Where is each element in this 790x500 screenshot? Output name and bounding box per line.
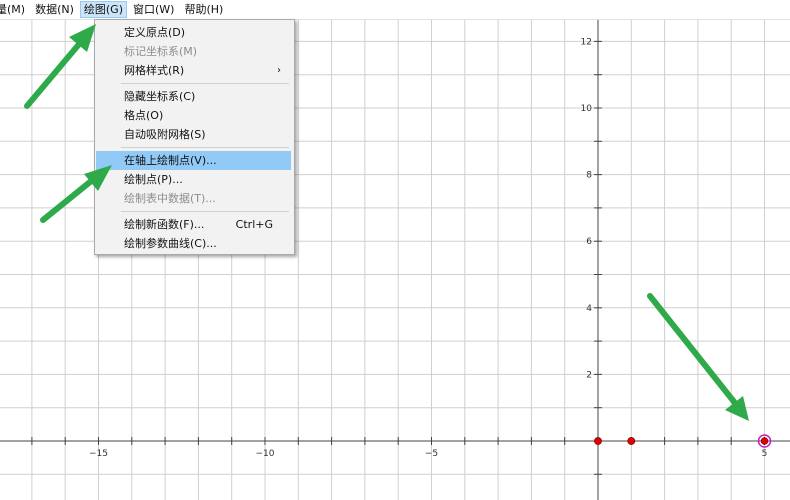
menu-item-plot-points-on-axis[interactable]: 在轴上绘制点(V)... [96, 151, 291, 170]
plotted-point[interactable] [627, 437, 636, 445]
menu-item-grid-style[interactable]: 网格样式(R) › [96, 61, 291, 80]
y-tick-label: 4 [586, 304, 592, 314]
menu-help[interactable]: 帮助(H) [180, 1, 227, 18]
menu-item-label: 在轴上绘制点(V)... [124, 154, 217, 167]
menu-graph[interactable]: 绘图(G) [79, 1, 127, 18]
menu-item-plot-new-function[interactable]: 绘制新函数(F)... Ctrl+G [96, 215, 291, 234]
y-tick-label: 10 [581, 104, 593, 114]
x-tick-label: −10 [256, 449, 275, 459]
menu-item-label: 绘制点(P)... [124, 173, 183, 186]
y-tick-label: 12 [581, 37, 592, 47]
menu-separator [121, 83, 289, 84]
x-tick-label: −5 [425, 449, 438, 459]
menu-item-label: 绘制新函数(F)... [124, 218, 205, 231]
plotted-point[interactable] [594, 437, 602, 445]
selected-plotted-point[interactable] [760, 437, 769, 445]
x-tick-label: 5 [762, 449, 768, 459]
menu-item-label: 隐藏坐标系(C) [124, 90, 196, 103]
y-tick-label: 6 [586, 237, 592, 247]
menu-item-hide-coordinate-system[interactable]: 隐藏坐标系(C) [96, 87, 291, 106]
menu-item-mark-coordinate-system[interactable]: 标记坐标系(M) [96, 42, 291, 61]
menu-item-plot-table-data[interactable]: 绘制表中数据(T)... [96, 189, 291, 208]
menu-data[interactable]: 数据(N) [31, 1, 78, 18]
menu-item-label: 绘制表中数据(T)... [124, 192, 216, 205]
menu-item-plot-parametric-curve[interactable]: 绘制参数曲线(C)... [96, 234, 291, 253]
y-tick-label: 8 [586, 171, 592, 181]
menu-item-plot-points[interactable]: 绘制点(P)... [96, 170, 291, 189]
menu-item-label: 绘制参数曲线(C)... [124, 237, 217, 250]
menu-item-shortcut: Ctrl+G [235, 218, 273, 231]
menu-item-grid-points[interactable]: 格点(O) [96, 106, 291, 125]
menu-separator [121, 211, 289, 212]
menu-window[interactable]: 窗口(W) [129, 1, 178, 18]
y-tick-label: 2 [586, 370, 592, 380]
menu-separator [121, 147, 289, 148]
menu-item-label: 自动吸附网格(S) [124, 128, 206, 141]
menu-measure[interactable]: 量(M) [0, 1, 29, 18]
x-tick-label: −15 [89, 449, 108, 459]
menu-item-label: 定义原点(D) [124, 26, 186, 39]
menu-item-label: 标记坐标系(M) [124, 45, 198, 58]
submenu-arrow-icon: › [277, 65, 281, 76]
menu-item-define-origin[interactable]: 定义原点(D) [96, 23, 291, 42]
menu-item-snap-to-grid[interactable]: 自动吸附网格(S) [96, 125, 291, 144]
graph-dropdown-menu: 定义原点(D) 标记坐标系(M) 网格样式(R) › 隐藏坐标系(C) 格点(O… [94, 19, 295, 255]
menu-item-label: 格点(O) [124, 109, 164, 122]
menu-bar: 量(M) 数据(N) 绘图(G) 窗口(W) 帮助(H) [0, 0, 790, 20]
menu-item-label: 网格样式(R) [124, 64, 185, 77]
